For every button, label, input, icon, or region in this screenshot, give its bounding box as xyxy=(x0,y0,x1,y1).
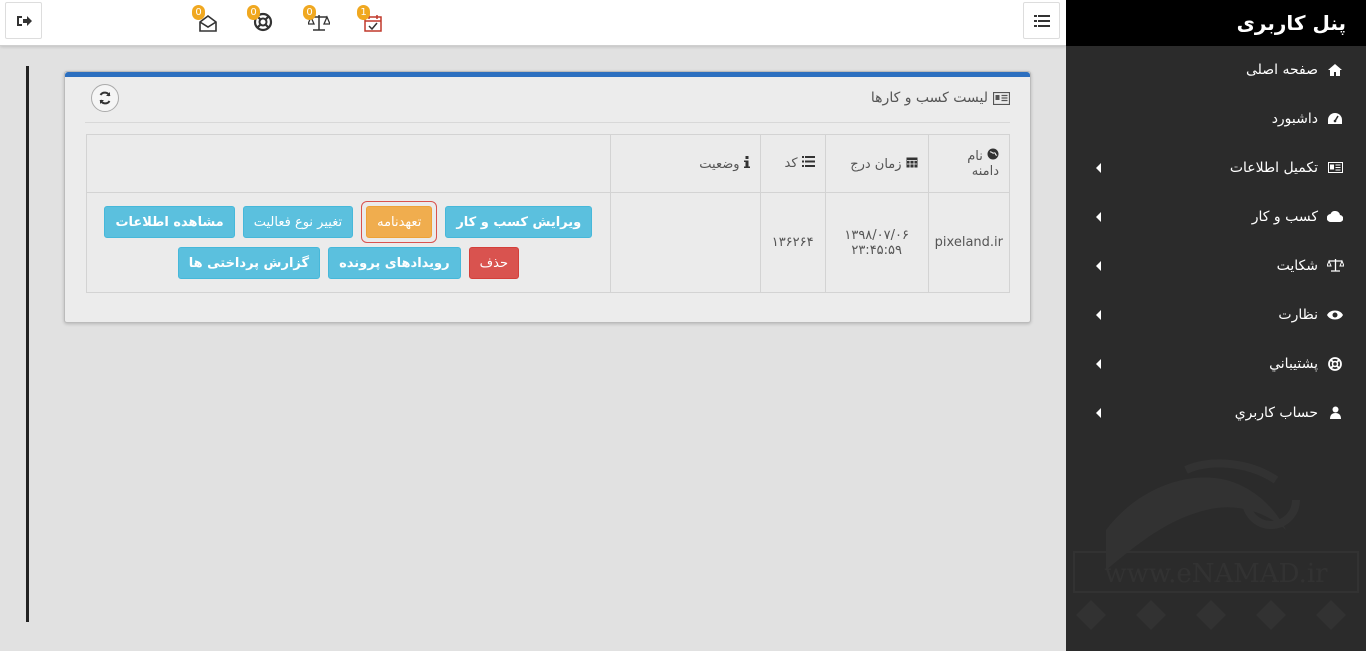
refresh-icon xyxy=(99,91,111,105)
top-bar: 0 0 0 1 xyxy=(0,0,1066,46)
life-ring-icon xyxy=(1324,356,1346,371)
scroll-track[interactable] xyxy=(26,66,29,622)
cloud-icon xyxy=(1324,211,1346,222)
sidebar-item-label: پشتيباني xyxy=(1269,355,1318,372)
sidebar-item-account[interactable]: حساب کاربري xyxy=(1066,388,1366,437)
sidebar-item-support[interactable]: پشتيباني xyxy=(1066,339,1366,388)
sidebar-item-home[interactable]: صفحه اصلی xyxy=(1066,46,1366,94)
panel-title: لیست کسب و کارها xyxy=(871,90,1010,106)
watermark-text: www.eNAMAD.ir xyxy=(1104,559,1328,589)
business-table: نام دامنه زمان درج کد وضعیت pixeland.ir … xyxy=(86,134,1011,293)
complaints-badge: 0 xyxy=(303,5,316,20)
id-card-icon xyxy=(993,91,1010,105)
panel-title-text: لیست کسب و کارها xyxy=(870,90,988,106)
sidebar-item-complete-info[interactable]: تکمیل اطلاعات xyxy=(1066,143,1366,192)
menu-toggle-button[interactable] xyxy=(1023,2,1060,39)
sidebar-menu: صفحه اصلی داشبورد تکمیل اطلاعات کسب و کا… xyxy=(1066,46,1366,437)
support-badge: 0 xyxy=(247,5,260,20)
sidebar-item-label: کسب و کار xyxy=(1251,208,1318,225)
caret-left-icon xyxy=(1096,211,1101,222)
change-activity-button[interactable]: تغییر نوع فعالیت xyxy=(242,206,354,238)
table-header-row: نام دامنه زمان درج کد وضعیت xyxy=(86,134,1011,193)
business-list-panel: لیست کسب و کارها نام دامنه زمان درج کد و… xyxy=(64,71,1031,323)
cell-time-value: ۲۳:۴۵:۵۹ xyxy=(851,242,902,258)
sidebar-item-label: شکایت xyxy=(1276,257,1318,274)
panel-accent-bar xyxy=(65,72,1030,77)
sidebar: پنل کاربری صفحه اصلی داشبورد تکمیل اطلاع… xyxy=(1066,0,1366,651)
sidebar-item-label: نظارت xyxy=(1278,306,1318,323)
commitment-button[interactable]: تعهدنامه xyxy=(366,206,433,238)
sign-out-icon xyxy=(16,15,32,26)
list-icon xyxy=(801,156,815,167)
sidebar-title: پنل کاربری xyxy=(1066,0,1366,46)
file-events-button[interactable]: رویدادهای پرونده xyxy=(328,247,461,279)
caret-left-icon xyxy=(1096,358,1101,369)
caret-left-icon xyxy=(1096,162,1101,173)
cell-date-value: ۱۳۹۸/۰۷/۰۶ xyxy=(844,227,909,243)
view-info-button[interactable]: مشاهده اطلاعات xyxy=(104,206,235,238)
edit-business-button[interactable]: ویرایش کسب و کار xyxy=(445,206,593,238)
sidebar-item-label: داشبورد xyxy=(1271,110,1318,127)
sidebar-item-dashboard[interactable]: داشبورد xyxy=(1066,94,1366,143)
dashboard-icon xyxy=(1324,113,1346,124)
calendar-icon xyxy=(906,157,918,167)
sidebar-item-monitoring[interactable]: نظارت xyxy=(1066,290,1366,339)
caret-left-icon xyxy=(1096,407,1101,418)
sidebar-item-complaint[interactable]: شکایت xyxy=(1066,241,1366,290)
id-card-icon xyxy=(1324,162,1346,173)
logout-button[interactable] xyxy=(5,2,42,39)
calendar-badge: 1 xyxy=(357,5,370,20)
sidebar-item-label: تکمیل اطلاعات xyxy=(1229,159,1318,176)
home-icon xyxy=(1324,64,1346,76)
cell-date: ۱۳۹۸/۰۷/۰۶ ۲۳:۴۵:۵۹ xyxy=(824,192,929,293)
delete-button[interactable]: حذف xyxy=(468,247,519,279)
cell-domain: pixeland.ir xyxy=(927,192,1011,293)
calendar-notification[interactable]: 1 xyxy=(357,5,385,32)
sidebar-item-label: حساب کاربري xyxy=(1234,404,1318,421)
refresh-button[interactable] xyxy=(91,84,119,112)
cell-code: ۱۳۶۲۶۴ xyxy=(759,192,826,293)
cell-status xyxy=(609,192,761,293)
actions-row-2: گزارش پرداختی ها رویدادهای پرونده حذف xyxy=(93,247,604,279)
commitment-highlight: تعهدنامه xyxy=(361,201,438,243)
globe-icon xyxy=(987,148,999,160)
column-date: زمان درج xyxy=(824,134,929,193)
column-domain: نام دامنه xyxy=(927,134,1011,193)
cell-actions: مشاهده اطلاعات تغییر نوع فعالیت تعهدنامه… xyxy=(86,192,611,293)
column-code: کد xyxy=(759,134,826,193)
info-icon xyxy=(743,155,750,168)
messages-badge: 0 xyxy=(192,5,205,20)
sidebar-item-business[interactable]: کسب و کار xyxy=(1066,192,1366,241)
enamad-watermark: www.eNAMAD.ir xyxy=(1073,459,1359,630)
column-status: وضعیت xyxy=(609,134,761,193)
balance-scale-icon xyxy=(1324,259,1346,272)
panel-divider xyxy=(85,122,1010,123)
actions-row-1: مشاهده اطلاعات تغییر نوع فعالیت تعهدنامه… xyxy=(93,201,604,243)
support-notification[interactable]: 0 xyxy=(247,5,275,32)
caret-left-icon xyxy=(1096,260,1101,271)
sidebar-item-label: صفحه اصلی xyxy=(1245,62,1318,78)
eye-icon xyxy=(1324,310,1346,320)
column-actions xyxy=(86,134,611,193)
table-row: pixeland.ir ۱۳۹۸/۰۷/۰۶ ۲۳:۴۵:۵۹ ۱۳۶۲۶۴ م… xyxy=(86,192,1011,293)
caret-left-icon xyxy=(1096,309,1101,320)
list-icon xyxy=(1033,14,1050,27)
messages-notification[interactable]: 0 xyxy=(192,5,220,32)
payments-report-button[interactable]: گزارش پرداختی ها xyxy=(177,247,321,279)
user-icon xyxy=(1324,406,1346,419)
complaints-notification[interactable]: 0 xyxy=(303,5,331,32)
